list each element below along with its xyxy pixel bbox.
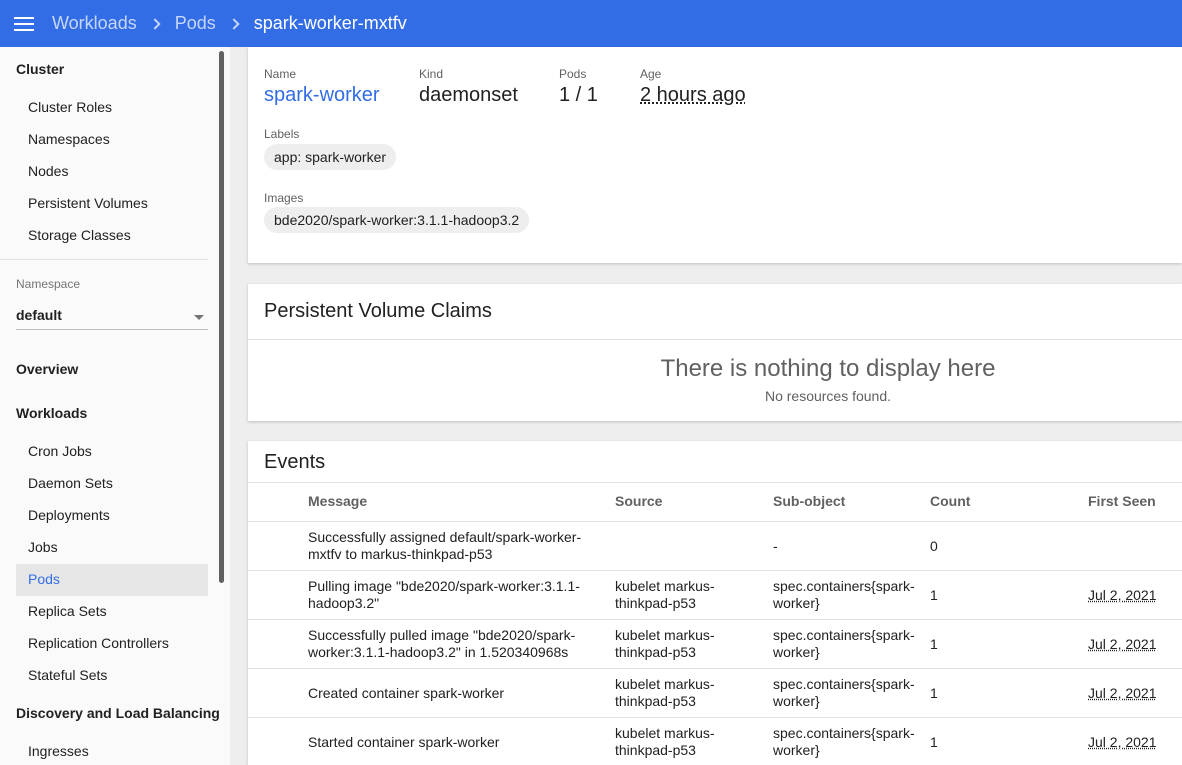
event-subobject: - <box>773 538 778 554</box>
sidebar-item-replication-controllers[interactable]: Replication Controllers <box>28 635 169 651</box>
sidebar-item-ingresses[interactable]: Ingresses <box>28 743 89 759</box>
namespace-label: Namespace <box>16 277 81 291</box>
controlled-by-card: Name spark-worker Kind daemonset Pods 1 … <box>248 47 1182 263</box>
event-message: Pulling image "bde2020/spark-worker:3.1.… <box>308 578 580 611</box>
sidebar-item-overview[interactable]: Overview <box>16 361 78 377</box>
pvc-divider <box>248 339 1182 340</box>
sidebar-item-daemon-sets[interactable]: Daemon Sets <box>28 475 113 491</box>
pods-label: Pods <box>559 67 587 81</box>
column-header-subobject[interactable]: Sub-object <box>773 493 845 509</box>
event-count: 0 <box>930 538 938 554</box>
namespace-value: default <box>16 307 62 323</box>
events-card: Events Message Source Sub-object Count F… <box>248 441 1182 765</box>
event-message: Created container spark-worker <box>308 685 505 701</box>
sidebar-item-stateful-sets[interactable]: Stateful Sets <box>28 667 107 683</box>
event-source: kubelet markus-thinkpad-p53 <box>615 725 715 758</box>
dropdown-arrow-icon <box>194 315 204 320</box>
event-first-seen: Jul 2, 2021 <box>1088 636 1157 652</box>
event-message: Started container spark-worker <box>308 734 500 750</box>
pvc-title: Persistent Volume Claims <box>264 300 492 322</box>
chevron-right-icon <box>228 17 240 30</box>
sidebar-heading-workloads[interactable]: Workloads <box>16 405 87 421</box>
column-header-first-seen[interactable]: First Seen <box>1088 493 1156 509</box>
sidebar-item-cron-jobs[interactable]: Cron Jobs <box>28 443 92 459</box>
labels-label: Labels <box>264 127 300 141</box>
sidebar-item-pods[interactable]: Pods <box>28 571 60 587</box>
sidebar-divider <box>0 259 208 260</box>
empty-state-title: There is nothing to display here <box>660 355 996 382</box>
top-app-bar: Workloads Pods spark-worker-mxtfv <box>0 0 1182 47</box>
column-header-count[interactable]: Count <box>930 493 970 509</box>
sidebar-item-cluster-roles[interactable]: Cluster Roles <box>28 99 112 115</box>
events-divider <box>248 482 1182 483</box>
sidebar-item-namespaces[interactable]: Namespaces <box>28 131 110 147</box>
kind-value: daemonset <box>419 84 518 106</box>
age-value: 2 hours ago <box>640 84 746 106</box>
image-chip: bde2020/spark-worker:3.1.1-hadoop3.2 <box>264 207 530 233</box>
event-count: 1 <box>930 636 938 652</box>
column-header-message[interactable]: Message <box>308 493 367 509</box>
hamburger-menu-icon[interactable] <box>14 16 34 31</box>
sidebar: Cluster Cluster Roles Namespaces Nodes P… <box>0 47 230 765</box>
breadcrumb-workloads[interactable]: Workloads <box>52 13 137 34</box>
table-row: Created container spark-worker kubelet m… <box>248 668 1182 717</box>
event-source: kubelet markus-thinkpad-p53 <box>615 676 715 709</box>
sidebar-item-storage-classes[interactable]: Storage Classes <box>28 227 131 243</box>
chevron-right-icon <box>149 17 161 30</box>
event-count: 1 <box>930 685 938 701</box>
table-row: Started container spark-worker kubelet m… <box>248 717 1182 765</box>
sidebar-heading-cluster[interactable]: Cluster <box>16 61 64 77</box>
sidebar-item-replica-sets[interactable]: Replica Sets <box>28 603 107 619</box>
event-message: Successfully assigned default/spark-work… <box>308 529 582 562</box>
sidebar-scrollbar[interactable] <box>219 51 224 583</box>
event-subobject: spec.containers{spark-worker} <box>773 627 915 660</box>
sidebar-item-jobs[interactable]: Jobs <box>28 539 58 555</box>
sidebar-item-nodes[interactable]: Nodes <box>28 163 68 179</box>
event-subobject: spec.containers{spark-worker} <box>773 578 915 611</box>
event-source: kubelet markus-thinkpad-p53 <box>615 627 715 660</box>
sidebar-item-deployments[interactable]: Deployments <box>28 507 110 523</box>
event-first-seen: Jul 2, 2021 <box>1088 734 1157 750</box>
column-header-source[interactable]: Source <box>615 493 662 509</box>
controller-name-link[interactable]: spark-worker <box>264 84 380 107</box>
table-row: Successfully assigned default/spark-work… <box>248 521 1182 570</box>
event-message: Successfully pulled image "bde2020/spark… <box>308 627 576 660</box>
table-row: Successfully pulled image "bde2020/spark… <box>248 619 1182 668</box>
event-subobject: spec.containers{spark-worker} <box>773 725 915 758</box>
event-first-seen: Jul 2, 2021 <box>1088 685 1157 701</box>
kind-label: Kind <box>419 67 444 81</box>
event-source: kubelet markus-thinkpad-p53 <box>615 578 715 611</box>
breadcrumb-pods[interactable]: Pods <box>175 13 216 34</box>
images-label: Images <box>264 191 304 205</box>
sidebar-item-persistent-volumes[interactable]: Persistent Volumes <box>28 195 148 211</box>
table-row: Pulling image "bde2020/spark-worker:3.1.… <box>248 570 1182 619</box>
namespace-select[interactable]: default <box>16 300 208 330</box>
age-label: Age <box>640 67 662 81</box>
event-first-seen: Jul 2, 2021 <box>1088 587 1157 603</box>
events-title: Events <box>264 451 326 473</box>
event-count: 1 <box>930 734 938 750</box>
event-count: 1 <box>930 587 938 603</box>
label-chip: app: spark-worker <box>264 144 397 170</box>
event-subobject: spec.containers{spark-worker} <box>773 676 915 709</box>
page-title: spark-worker-mxtfv <box>253 13 407 33</box>
name-label: Name <box>264 67 297 81</box>
empty-state-subtitle: No resources found. <box>764 388 892 404</box>
sidebar-heading-discovery[interactable]: Discovery and Load Balancing <box>16 705 220 721</box>
persistent-volume-claims-card: Persistent Volume Claims There is nothin… <box>248 284 1182 421</box>
pods-value: 1 / 1 <box>559 84 598 106</box>
